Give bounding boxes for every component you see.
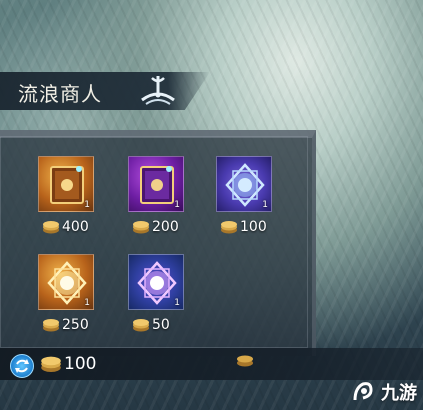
orange-tome-card[interactable]: 1 <box>38 156 94 212</box>
gold-crystal-card[interactable]: 1 <box>38 254 94 310</box>
merchant-emblem-icon <box>141 76 175 105</box>
item-price: 100 <box>220 218 267 236</box>
coin-icon <box>43 319 59 332</box>
blue-crystal-card[interactable]: 1 <box>216 156 272 212</box>
shop-item-violet-crystal[interactable]: 1 50 <box>128 254 198 349</box>
shop-item-purple-tome[interactable]: 1 200 <box>128 156 198 251</box>
shop-item-blue-crystal[interactable]: 1 100 <box>216 156 286 251</box>
item-count: 1 <box>84 298 90 308</box>
refresh-cost: 100 <box>40 354 96 374</box>
item-price: 400 <box>42 218 89 236</box>
coin-icon <box>221 221 237 234</box>
item-price-value: 200 <box>152 219 179 235</box>
item-count: 1 <box>174 298 180 308</box>
watermark-text: 九游 <box>381 383 417 404</box>
merchant-title: 流浪商人 <box>18 82 102 106</box>
item-count: 1 <box>84 200 90 210</box>
item-count: 1 <box>174 200 180 210</box>
refresh-button[interactable] <box>10 354 34 378</box>
violet-crystal-card[interactable]: 1 <box>128 254 184 310</box>
refresh-cost-value: 100 <box>64 354 97 374</box>
shop-item-gold-crystal[interactable]: 1 250 <box>38 254 108 349</box>
item-price: 200 <box>132 218 179 236</box>
refresh-icon <box>15 359 29 373</box>
coin-icon <box>133 221 149 234</box>
purple-tome-card[interactable]: 1 <box>128 156 184 212</box>
item-price-value: 100 <box>240 219 267 235</box>
coin-icon <box>43 221 59 234</box>
shop-item-orange-tome[interactable]: 1 400 <box>38 156 108 251</box>
item-price-value: 250 <box>62 317 89 333</box>
item-price: 250 <box>42 316 89 334</box>
item-price-value: 50 <box>152 317 170 333</box>
watermark: 九游 <box>349 378 417 406</box>
watermark-logo-icon <box>353 382 373 401</box>
item-price-value: 400 <box>62 219 89 235</box>
coin-icon <box>41 356 61 372</box>
coin-icon <box>237 355 253 367</box>
item-count: 1 <box>262 200 268 210</box>
item-price: 50 <box>132 316 170 334</box>
coin-icon <box>133 319 149 332</box>
